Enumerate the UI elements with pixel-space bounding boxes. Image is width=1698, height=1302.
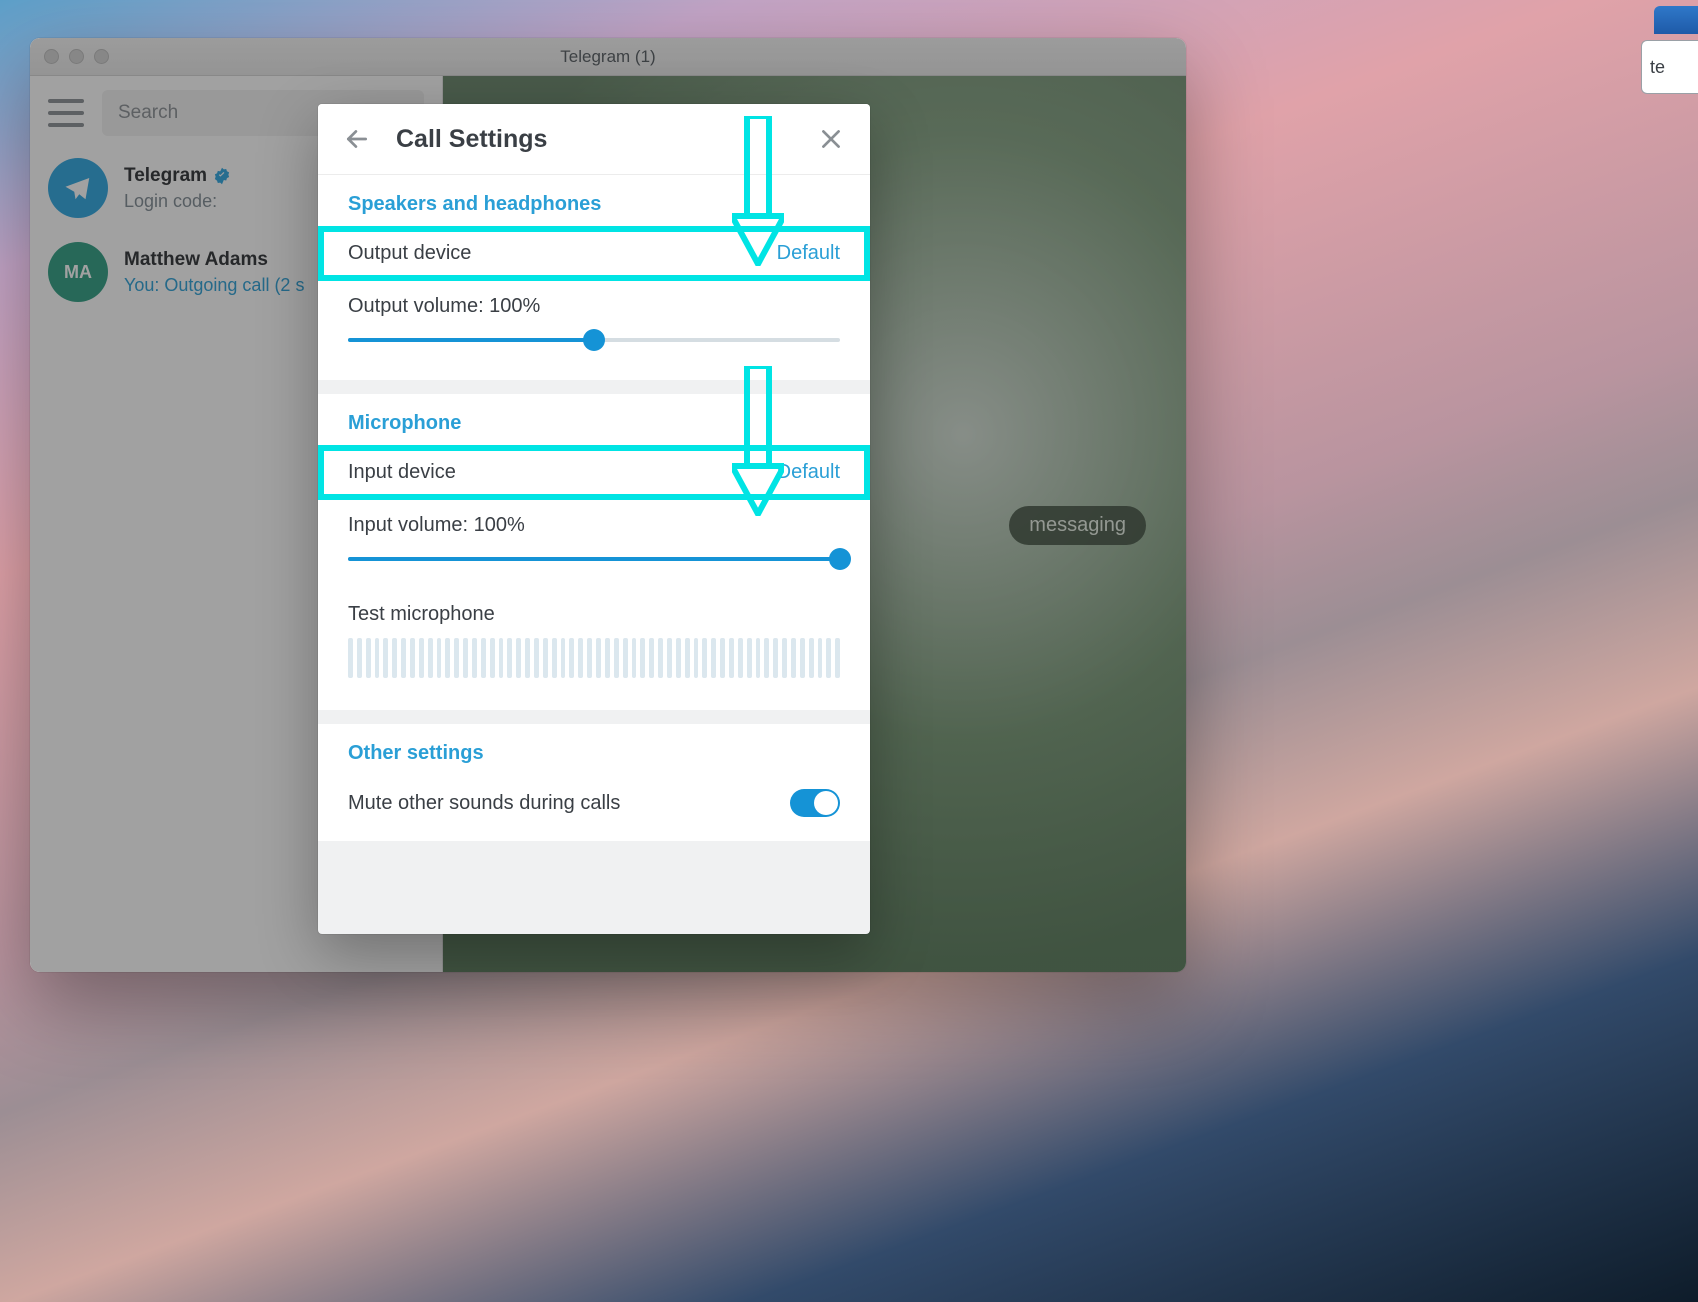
mute-other-sounds-row[interactable]: Mute other sounds during calls [318, 775, 870, 831]
input-device-row[interactable]: Input device Default [318, 445, 870, 500]
dialog-title: Call Settings [396, 125, 547, 154]
test-microphone-label: Test microphone [318, 589, 870, 632]
row-label: Mute other sounds during calls [348, 792, 620, 815]
slider-thumb[interactable] [583, 329, 605, 351]
input-volume-label: Input volume: 100% [318, 500, 870, 543]
section-heading: Microphone [318, 394, 870, 445]
browser-tab-text: te [1650, 57, 1665, 78]
input-volume-slider[interactable] [348, 547, 840, 571]
output-volume-slider[interactable] [348, 328, 840, 352]
dialog-body[interactable]: Speakers and headphones Output device De… [318, 175, 870, 934]
arrow-left-icon [344, 126, 370, 152]
row-value: Default [777, 242, 840, 265]
slider-thumb[interactable] [829, 548, 851, 570]
close-button[interactable] [814, 122, 848, 156]
row-label: Output device [348, 242, 471, 265]
browser-tab-fragment [1654, 6, 1698, 34]
row-value: Default [777, 461, 840, 484]
section-heading: Other settings [318, 724, 870, 775]
output-device-row[interactable]: Output device Default [318, 226, 870, 281]
output-volume-label: Output volume: 100% [318, 281, 870, 324]
mic-level-meter [348, 638, 840, 678]
section-other: Other settings Mute other sounds during … [318, 724, 870, 841]
section-speakers: Speakers and headphones Output device De… [318, 175, 870, 380]
section-heading: Speakers and headphones [318, 175, 870, 226]
dialog-header: Call Settings [318, 104, 870, 175]
browser-tab-label-fragment: te [1641, 40, 1698, 94]
section-microphone: Microphone Input device Default Input vo… [318, 394, 870, 710]
back-button[interactable] [340, 122, 374, 156]
close-icon [818, 126, 844, 152]
call-settings-dialog: Call Settings Speakers and headphones Ou… [318, 104, 870, 934]
toggle-switch[interactable] [790, 789, 840, 817]
row-label: Input device [348, 461, 456, 484]
